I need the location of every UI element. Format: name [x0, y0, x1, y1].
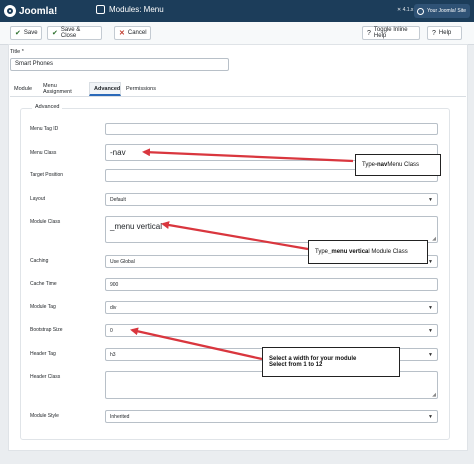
callout-vertical-pre: Type — [315, 249, 329, 255]
arrow-nav — [142, 148, 354, 163]
callout-vertical-post: l Module Class — [368, 249, 408, 255]
annotation-arrows — [130, 148, 354, 361]
callout-nav-pre: Type — [362, 162, 376, 168]
callout-bootstrap-line2: Select from 1 to 12 — [269, 362, 323, 368]
arrow-bootstrap — [130, 327, 263, 361]
callout-nav-bold: -nav — [375, 162, 388, 168]
callout-nav: Type -nav Menu Class — [355, 154, 441, 176]
callout-bootstrap: Select a width for your module Select fr… — [262, 347, 400, 377]
callout-nav-post: Menu Class — [387, 162, 420, 168]
callout-vertical-bold: _menu vertica — [328, 249, 369, 255]
arrow-vertical — [161, 221, 309, 251]
callout-vertical: Type _menu vertica l Module Class — [308, 240, 428, 264]
